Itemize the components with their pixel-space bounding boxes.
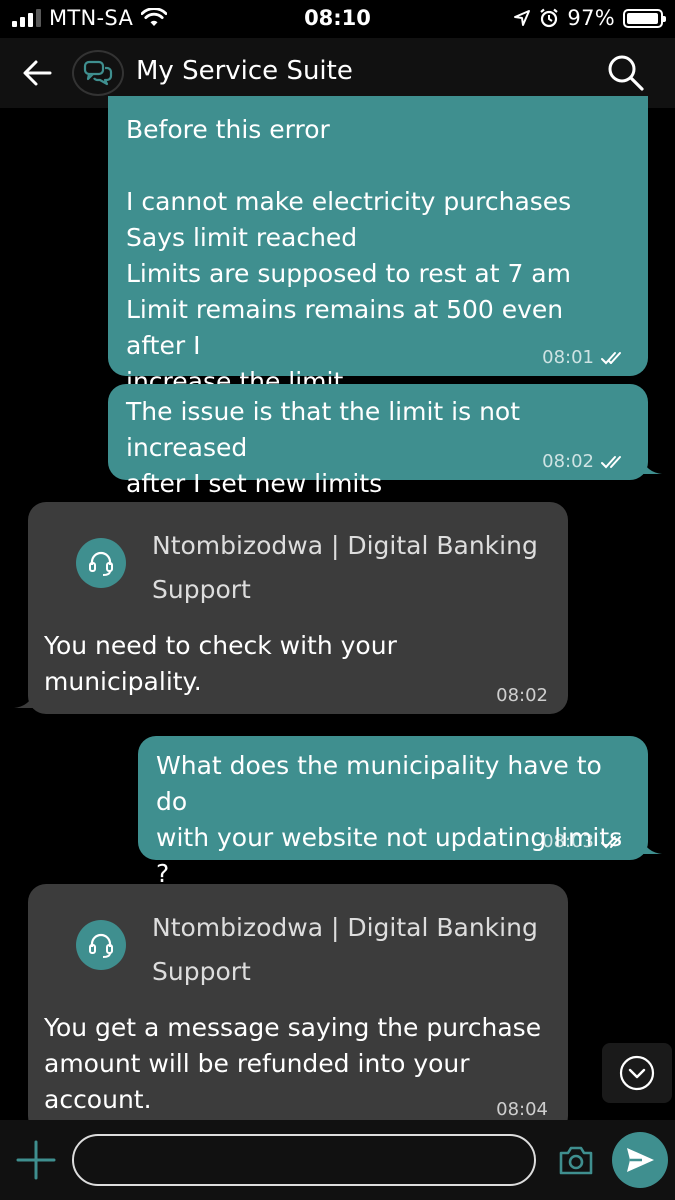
double-check-icon — [601, 351, 621, 364]
battery-icon — [623, 8, 666, 28]
message-text: You need to check with your municipality… — [44, 631, 397, 696]
message-time: 08:04 — [496, 1099, 548, 1120]
send-icon — [627, 1148, 654, 1172]
camera-icon[interactable] — [556, 1140, 596, 1180]
bubble-tail — [642, 838, 662, 854]
page-title: My Service Suite — [136, 56, 353, 86]
alarm-icon — [540, 8, 559, 28]
battery-percent: 97% — [567, 6, 615, 30]
sender-name: Ntombizodwa | Digital Banking Support — [152, 531, 538, 604]
sender-name: Ntombizodwa | Digital Banking Support — [152, 913, 538, 986]
message-text: What does the municipality have to do wi… — [156, 751, 623, 888]
chat-screen: MTN-SA 08:10 97% My Service Suite Before… — [0, 0, 675, 1200]
arrow-left-icon[interactable] — [20, 56, 54, 90]
search-icon[interactable] — [605, 52, 645, 92]
message-bubble-incoming[interactable]: Ntombizodwa | Digital Banking Support Yo… — [14, 502, 568, 714]
chat-bubbles-icon — [83, 60, 113, 86]
agent-avatar — [76, 538, 126, 588]
message-bubble-incoming[interactable]: Ntombizodwa | Digital Banking Support Yo… — [28, 884, 568, 1134]
status-bar: MTN-SA 08:10 97% — [0, 0, 675, 38]
message-meta: 08:03 — [542, 831, 628, 852]
avatar[interactable] — [72, 50, 124, 96]
message-time: 08:02 — [496, 685, 548, 706]
message-composer — [0, 1120, 675, 1200]
scroll-to-bottom-button[interactable] — [602, 1043, 672, 1103]
double-check-icon — [601, 835, 621, 848]
message-text: You get a message saying the purchase am… — [44, 1013, 542, 1114]
message-input[interactable] — [72, 1134, 536, 1186]
location-arrow-icon — [514, 10, 531, 26]
message-bubble-outgoing[interactable]: The issue is that the limit is not incre… — [108, 384, 662, 498]
message-meta: 08:01 — [542, 347, 628, 368]
agent-avatar — [76, 920, 126, 970]
message-text: The issue is that the limit is not incre… — [126, 397, 521, 498]
message-meta: 08:02 — [542, 451, 628, 472]
double-check-icon — [601, 455, 621, 468]
status-right: 97% — [513, 6, 666, 30]
message-time: 08:01 — [542, 347, 594, 368]
chevron-down-circle-icon — [619, 1055, 655, 1091]
bubble-tail — [642, 458, 662, 474]
message-time: 08:02 — [542, 451, 594, 472]
plus-icon[interactable] — [14, 1138, 58, 1182]
battery-fill — [627, 12, 659, 24]
message-meta: 08:04 — [496, 1099, 548, 1120]
message-bubble-outgoing[interactable]: What does the municipality have to do wi… — [138, 736, 662, 888]
message-bubble-outgoing[interactable]: Before this error I cannot make electric… — [108, 96, 648, 396]
headset-icon — [89, 551, 113, 576]
send-button[interactable] — [612, 1132, 668, 1188]
headset-icon — [89, 933, 113, 958]
message-time: 08:03 — [542, 831, 594, 852]
message-meta: 08:02 — [496, 685, 548, 706]
bubble-tail — [14, 692, 34, 708]
